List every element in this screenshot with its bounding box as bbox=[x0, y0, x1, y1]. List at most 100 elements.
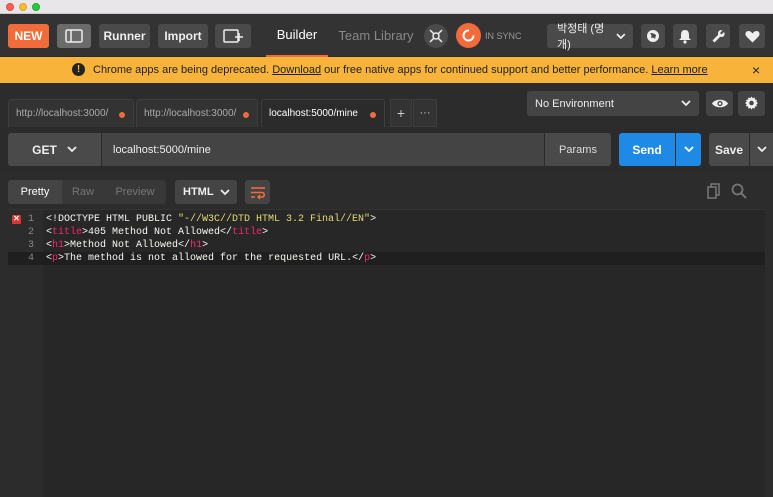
new-button[interactable]: NEW bbox=[8, 24, 49, 48]
view-tab-preview[interactable]: Preview bbox=[104, 180, 166, 204]
unsaved-dot-icon bbox=[243, 112, 249, 118]
more-tabs-button[interactable]: ··· bbox=[413, 99, 437, 127]
code-token: title bbox=[52, 227, 83, 238]
save-options-button[interactable] bbox=[750, 133, 773, 166]
banner-text-middle: our free native apps for continued suppo… bbox=[324, 64, 649, 76]
search-icon[interactable] bbox=[731, 183, 747, 202]
request-tab-label: http://localhost:3000/ bbox=[16, 108, 109, 119]
code-token: > bbox=[262, 227, 269, 238]
new-window-icon bbox=[223, 29, 243, 43]
banner-message: Chrome apps are being deprecated. Downlo… bbox=[93, 64, 708, 76]
banner-text-start: Chrome apps are being deprecated. bbox=[93, 64, 270, 76]
toggle-sidebar-button[interactable] bbox=[57, 24, 91, 48]
send-button[interactable]: Send bbox=[619, 133, 675, 166]
satellite-icon bbox=[429, 29, 443, 43]
runner-button[interactable]: Runner bbox=[99, 24, 150, 48]
view-tab-raw[interactable]: Raw bbox=[62, 180, 104, 204]
environment-select[interactable]: No Environment bbox=[527, 91, 699, 116]
sidebar-icon bbox=[65, 29, 83, 43]
sync-status-label: IN SYNC bbox=[485, 31, 522, 41]
response-body-editor[interactable]: ✕ 1 <!DOCTYPE HTML PUBLIC "-//W3C//DTD HTM… bbox=[8, 209, 765, 497]
code-token: title bbox=[232, 227, 263, 238]
language-select[interactable]: HTML bbox=[175, 180, 237, 204]
line-number: 2 bbox=[27, 227, 34, 238]
settings-button[interactable] bbox=[706, 24, 730, 48]
code-token: <!DOCTYPE HTML PUBLIC bbox=[46, 214, 179, 225]
request-url-bar: GET Params Send Save bbox=[0, 127, 773, 173]
code-token: >405 Method Not Allowed</ bbox=[82, 227, 233, 238]
request-tab-active[interactable]: localhost:5000/mine bbox=[261, 99, 385, 127]
request-tab-label: http://localhost:3000/ bbox=[144, 108, 237, 119]
globe-icon bbox=[647, 30, 659, 42]
chevron-down-icon bbox=[67, 146, 77, 153]
code-token: h1 bbox=[190, 240, 203, 251]
deprecation-banner: ! Chrome apps are being deprecated. Down… bbox=[0, 57, 773, 83]
chevron-down-icon bbox=[683, 146, 694, 153]
chevron-down-icon bbox=[756, 146, 767, 153]
chevron-down-icon bbox=[616, 32, 626, 39]
line-number: 1 bbox=[27, 214, 34, 225]
unsaved-dot-icon bbox=[370, 112, 376, 118]
main-toolbar: NEW Runner Import Builder Team Library I… bbox=[0, 14, 773, 57]
interceptor-button[interactable] bbox=[424, 24, 448, 48]
tab-builder[interactable]: Builder bbox=[266, 14, 328, 57]
request-tab[interactable]: http://localhost:3000/ bbox=[136, 99, 258, 127]
wrench-icon bbox=[712, 29, 725, 42]
warning-icon: ! bbox=[72, 63, 85, 76]
code-token: h1 bbox=[52, 240, 65, 251]
code-line: 3 <h1>Method Not Allowed</h1> bbox=[8, 239, 765, 252]
language-label: HTML bbox=[183, 186, 214, 198]
method-select[interactable]: GET bbox=[8, 133, 101, 166]
copy-icon[interactable] bbox=[707, 183, 721, 202]
code-line: 4 <p>The method is not allowed for the re… bbox=[8, 252, 765, 265]
import-button[interactable]: Import bbox=[158, 24, 208, 48]
code-text: <!DOCTYPE HTML PUBLIC "-//W3C//DTD HTML … bbox=[46, 213, 376, 226]
new-window-button[interactable] bbox=[215, 24, 251, 48]
learn-more-link[interactable]: Learn more bbox=[651, 64, 707, 76]
code-text: <h1>Method Not Allowed</h1> bbox=[46, 239, 208, 252]
window-minimize-button[interactable] bbox=[19, 3, 27, 11]
notifications-button[interactable] bbox=[673, 24, 697, 48]
window-maximize-button[interactable] bbox=[32, 3, 40, 11]
tab-team-library[interactable]: Team Library bbox=[338, 14, 414, 57]
code-token: > bbox=[202, 240, 209, 251]
request-tab-label: localhost:5000/mine bbox=[269, 108, 358, 119]
url-input[interactable] bbox=[102, 133, 544, 166]
line-number: 3 bbox=[27, 240, 34, 251]
params-button[interactable]: Params bbox=[545, 133, 611, 166]
code-token: >Method Not Allowed</ bbox=[64, 240, 191, 251]
code-token: > bbox=[370, 214, 377, 225]
request-tab[interactable]: http://localhost:3000/ bbox=[8, 99, 134, 127]
globe-button[interactable] bbox=[641, 24, 665, 48]
code-token: >The method is not allowed for the reque… bbox=[58, 253, 365, 264]
code-token: > bbox=[370, 253, 377, 264]
manage-environments-button[interactable] bbox=[738, 91, 765, 116]
unsaved-dot-icon bbox=[119, 112, 125, 118]
add-tab-button[interactable]: + bbox=[390, 99, 412, 127]
wrap-lines-button[interactable] bbox=[245, 180, 270, 204]
download-link[interactable]: Download bbox=[272, 64, 321, 76]
user-menu-button[interactable]: 박정태 (명개) bbox=[547, 23, 633, 51]
eye-icon bbox=[711, 99, 728, 108]
save-button[interactable]: Save bbox=[709, 133, 749, 166]
send-options-button[interactable] bbox=[676, 133, 701, 166]
request-tabs-bar: http://localhost:3000/ http://localhost:… bbox=[0, 83, 773, 127]
heart-icon bbox=[744, 30, 760, 42]
sync-status-icon[interactable] bbox=[456, 23, 481, 48]
chevron-down-icon bbox=[220, 188, 230, 195]
code-text: <p>The method is not allowed for the req… bbox=[46, 252, 376, 265]
environment-selected: No Environment bbox=[535, 97, 614, 110]
code-line: ✕ 1 <!DOCTYPE HTML PUBLIC "-//W3C//DTD HTM… bbox=[8, 213, 765, 226]
view-tab-pretty[interactable]: Pretty bbox=[8, 180, 62, 204]
bell-icon bbox=[679, 29, 691, 44]
response-toolbar: Pretty Raw Preview HTML bbox=[0, 173, 773, 209]
wrap-lines-icon bbox=[250, 186, 265, 199]
gear-icon bbox=[744, 96, 759, 110]
user-name: 박정태 (명개) bbox=[557, 23, 605, 51]
window-close-button[interactable] bbox=[6, 3, 14, 11]
method-label: GET bbox=[32, 142, 57, 157]
environment-quicklook-button[interactable] bbox=[706, 91, 733, 116]
banner-close-button[interactable]: × bbox=[752, 62, 760, 78]
favorite-button[interactable] bbox=[739, 24, 765, 48]
chevron-down-icon bbox=[681, 100, 691, 107]
